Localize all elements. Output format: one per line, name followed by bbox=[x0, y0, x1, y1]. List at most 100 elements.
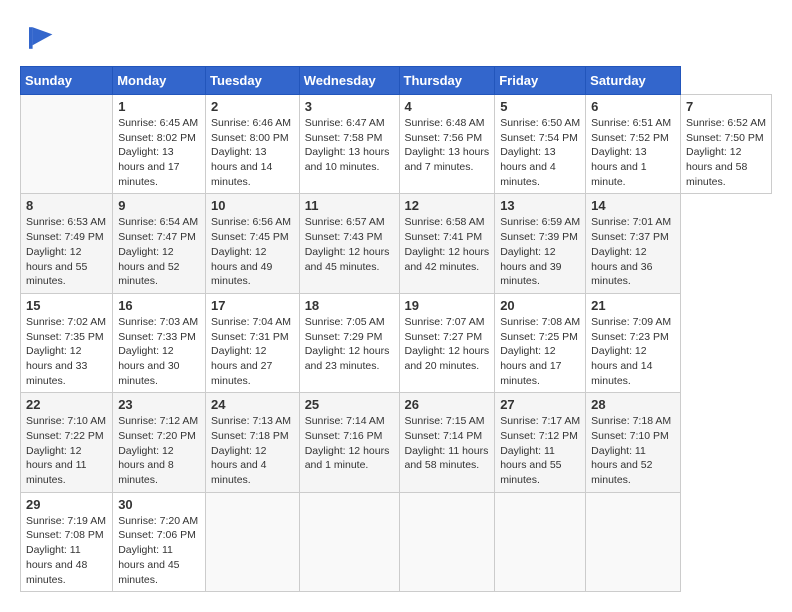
day-info: Sunrise: 7:04 AM Sunset: 7:31 PM Dayligh… bbox=[211, 315, 294, 388]
day-info: Sunrise: 6:56 AM Sunset: 7:45 PM Dayligh… bbox=[211, 215, 294, 288]
day-info: Sunrise: 6:52 AM Sunset: 7:50 PM Dayligh… bbox=[686, 116, 766, 189]
calendar-day-cell: 17 Sunrise: 7:04 AM Sunset: 7:31 PM Dayl… bbox=[206, 293, 300, 392]
calendar-day-cell: 22 Sunrise: 7:10 AM Sunset: 7:22 PM Dayl… bbox=[21, 393, 113, 492]
day-number: 7 bbox=[686, 99, 766, 114]
weekday-header-sunday: Sunday bbox=[21, 67, 113, 95]
day-number: 23 bbox=[118, 397, 200, 412]
day-number: 17 bbox=[211, 298, 294, 313]
day-info: Sunrise: 7:09 AM Sunset: 7:23 PM Dayligh… bbox=[591, 315, 675, 388]
calendar-day-cell: 3 Sunrise: 6:47 AM Sunset: 7:58 PM Dayli… bbox=[299, 95, 399, 194]
day-info: Sunrise: 6:58 AM Sunset: 7:41 PM Dayligh… bbox=[405, 215, 490, 274]
calendar-week-row: 1 Sunrise: 6:45 AM Sunset: 8:02 PM Dayli… bbox=[21, 95, 772, 194]
day-number: 25 bbox=[305, 397, 394, 412]
day-info: Sunrise: 7:15 AM Sunset: 7:14 PM Dayligh… bbox=[405, 414, 490, 473]
calendar-day-cell: 16 Sunrise: 7:03 AM Sunset: 7:33 PM Dayl… bbox=[113, 293, 206, 392]
day-info: Sunrise: 7:12 AM Sunset: 7:20 PM Dayligh… bbox=[118, 414, 200, 487]
weekday-header-monday: Monday bbox=[113, 67, 206, 95]
logo bbox=[20, 20, 62, 56]
day-info: Sunrise: 7:02 AM Sunset: 7:35 PM Dayligh… bbox=[26, 315, 107, 388]
day-number: 13 bbox=[500, 198, 580, 213]
calendar-day-cell bbox=[299, 492, 399, 591]
day-info: Sunrise: 6:46 AM Sunset: 8:00 PM Dayligh… bbox=[211, 116, 294, 189]
calendar-day-cell: 9 Sunrise: 6:54 AM Sunset: 7:47 PM Dayli… bbox=[113, 194, 206, 293]
day-info: Sunrise: 6:50 AM Sunset: 7:54 PM Dayligh… bbox=[500, 116, 580, 189]
day-info: Sunrise: 7:18 AM Sunset: 7:10 PM Dayligh… bbox=[591, 414, 675, 487]
page-header bbox=[20, 20, 772, 56]
calendar-day-cell bbox=[586, 492, 681, 591]
day-number: 10 bbox=[211, 198, 294, 213]
calendar-day-cell: 29 Sunrise: 7:19 AM Sunset: 7:08 PM Dayl… bbox=[21, 492, 113, 591]
calendar-week-row: 15 Sunrise: 7:02 AM Sunset: 7:35 PM Dayl… bbox=[21, 293, 772, 392]
day-number: 21 bbox=[591, 298, 675, 313]
day-number: 4 bbox=[405, 99, 490, 114]
calendar-day-cell: 30 Sunrise: 7:20 AM Sunset: 7:06 PM Dayl… bbox=[113, 492, 206, 591]
day-info: Sunrise: 7:08 AM Sunset: 7:25 PM Dayligh… bbox=[500, 315, 580, 388]
day-number: 27 bbox=[500, 397, 580, 412]
day-info: Sunrise: 6:53 AM Sunset: 7:49 PM Dayligh… bbox=[26, 215, 107, 288]
day-number: 8 bbox=[26, 198, 107, 213]
day-number: 28 bbox=[591, 397, 675, 412]
calendar-day-cell bbox=[399, 492, 495, 591]
calendar-day-cell: 10 Sunrise: 6:56 AM Sunset: 7:45 PM Dayl… bbox=[206, 194, 300, 293]
calendar-day-cell: 28 Sunrise: 7:18 AM Sunset: 7:10 PM Dayl… bbox=[586, 393, 681, 492]
calendar-day-cell: 24 Sunrise: 7:13 AM Sunset: 7:18 PM Dayl… bbox=[206, 393, 300, 492]
day-number: 20 bbox=[500, 298, 580, 313]
calendar-day-cell: 1 Sunrise: 6:45 AM Sunset: 8:02 PM Dayli… bbox=[113, 95, 206, 194]
calendar-day-cell: 2 Sunrise: 6:46 AM Sunset: 8:00 PM Dayli… bbox=[206, 95, 300, 194]
day-info: Sunrise: 6:47 AM Sunset: 7:58 PM Dayligh… bbox=[305, 116, 394, 175]
day-number: 12 bbox=[405, 198, 490, 213]
calendar-day-cell bbox=[495, 492, 586, 591]
day-number: 11 bbox=[305, 198, 394, 213]
day-info: Sunrise: 7:07 AM Sunset: 7:27 PM Dayligh… bbox=[405, 315, 490, 374]
empty-cell bbox=[21, 95, 113, 194]
day-number: 24 bbox=[211, 397, 294, 412]
day-info: Sunrise: 6:57 AM Sunset: 7:43 PM Dayligh… bbox=[305, 215, 394, 274]
calendar-day-cell bbox=[206, 492, 300, 591]
calendar-day-cell: 7 Sunrise: 6:52 AM Sunset: 7:50 PM Dayli… bbox=[680, 95, 771, 194]
day-number: 15 bbox=[26, 298, 107, 313]
day-number: 6 bbox=[591, 99, 675, 114]
day-number: 22 bbox=[26, 397, 107, 412]
calendar-day-cell: 20 Sunrise: 7:08 AM Sunset: 7:25 PM Dayl… bbox=[495, 293, 586, 392]
day-number: 3 bbox=[305, 99, 394, 114]
calendar-day-cell: 6 Sunrise: 6:51 AM Sunset: 7:52 PM Dayli… bbox=[586, 95, 681, 194]
weekday-header-friday: Friday bbox=[495, 67, 586, 95]
day-number: 1 bbox=[118, 99, 200, 114]
day-number: 29 bbox=[26, 497, 107, 512]
calendar-day-cell: 18 Sunrise: 7:05 AM Sunset: 7:29 PM Dayl… bbox=[299, 293, 399, 392]
day-number: 14 bbox=[591, 198, 675, 213]
calendar-day-cell: 19 Sunrise: 7:07 AM Sunset: 7:27 PM Dayl… bbox=[399, 293, 495, 392]
day-info: Sunrise: 6:51 AM Sunset: 7:52 PM Dayligh… bbox=[591, 116, 675, 189]
day-number: 26 bbox=[405, 397, 490, 412]
day-info: Sunrise: 7:10 AM Sunset: 7:22 PM Dayligh… bbox=[26, 414, 107, 487]
day-info: Sunrise: 7:03 AM Sunset: 7:33 PM Dayligh… bbox=[118, 315, 200, 388]
day-number: 18 bbox=[305, 298, 394, 313]
day-info: Sunrise: 7:05 AM Sunset: 7:29 PM Dayligh… bbox=[305, 315, 394, 374]
weekday-header-thursday: Thursday bbox=[399, 67, 495, 95]
day-number: 9 bbox=[118, 198, 200, 213]
day-info: Sunrise: 7:19 AM Sunset: 7:08 PM Dayligh… bbox=[26, 514, 107, 587]
calendar-week-row: 29 Sunrise: 7:19 AM Sunset: 7:08 PM Dayl… bbox=[21, 492, 772, 591]
day-info: Sunrise: 6:59 AM Sunset: 7:39 PM Dayligh… bbox=[500, 215, 580, 288]
day-info: Sunrise: 6:45 AM Sunset: 8:02 PM Dayligh… bbox=[118, 116, 200, 189]
weekday-header-tuesday: Tuesday bbox=[206, 67, 300, 95]
logo-icon bbox=[20, 20, 56, 56]
day-number: 30 bbox=[118, 497, 200, 512]
calendar-day-cell: 4 Sunrise: 6:48 AM Sunset: 7:56 PM Dayli… bbox=[399, 95, 495, 194]
weekday-header-saturday: Saturday bbox=[586, 67, 681, 95]
calendar-day-cell: 11 Sunrise: 6:57 AM Sunset: 7:43 PM Dayl… bbox=[299, 194, 399, 293]
calendar-day-cell: 25 Sunrise: 7:14 AM Sunset: 7:16 PM Dayl… bbox=[299, 393, 399, 492]
day-number: 5 bbox=[500, 99, 580, 114]
calendar-day-cell: 27 Sunrise: 7:17 AM Sunset: 7:12 PM Dayl… bbox=[495, 393, 586, 492]
day-info: Sunrise: 7:20 AM Sunset: 7:06 PM Dayligh… bbox=[118, 514, 200, 587]
day-info: Sunrise: 7:17 AM Sunset: 7:12 PM Dayligh… bbox=[500, 414, 580, 487]
calendar-table: SundayMondayTuesdayWednesdayThursdayFrid… bbox=[20, 66, 772, 592]
calendar-day-cell: 12 Sunrise: 6:58 AM Sunset: 7:41 PM Dayl… bbox=[399, 194, 495, 293]
calendar-day-cell: 14 Sunrise: 7:01 AM Sunset: 7:37 PM Dayl… bbox=[586, 194, 681, 293]
calendar-day-cell: 26 Sunrise: 7:15 AM Sunset: 7:14 PM Dayl… bbox=[399, 393, 495, 492]
weekday-header-wednesday: Wednesday bbox=[299, 67, 399, 95]
calendar-day-cell: 5 Sunrise: 6:50 AM Sunset: 7:54 PM Dayli… bbox=[495, 95, 586, 194]
calendar-day-cell: 23 Sunrise: 7:12 AM Sunset: 7:20 PM Dayl… bbox=[113, 393, 206, 492]
day-info: Sunrise: 6:48 AM Sunset: 7:56 PM Dayligh… bbox=[405, 116, 490, 175]
day-info: Sunrise: 6:54 AM Sunset: 7:47 PM Dayligh… bbox=[118, 215, 200, 288]
